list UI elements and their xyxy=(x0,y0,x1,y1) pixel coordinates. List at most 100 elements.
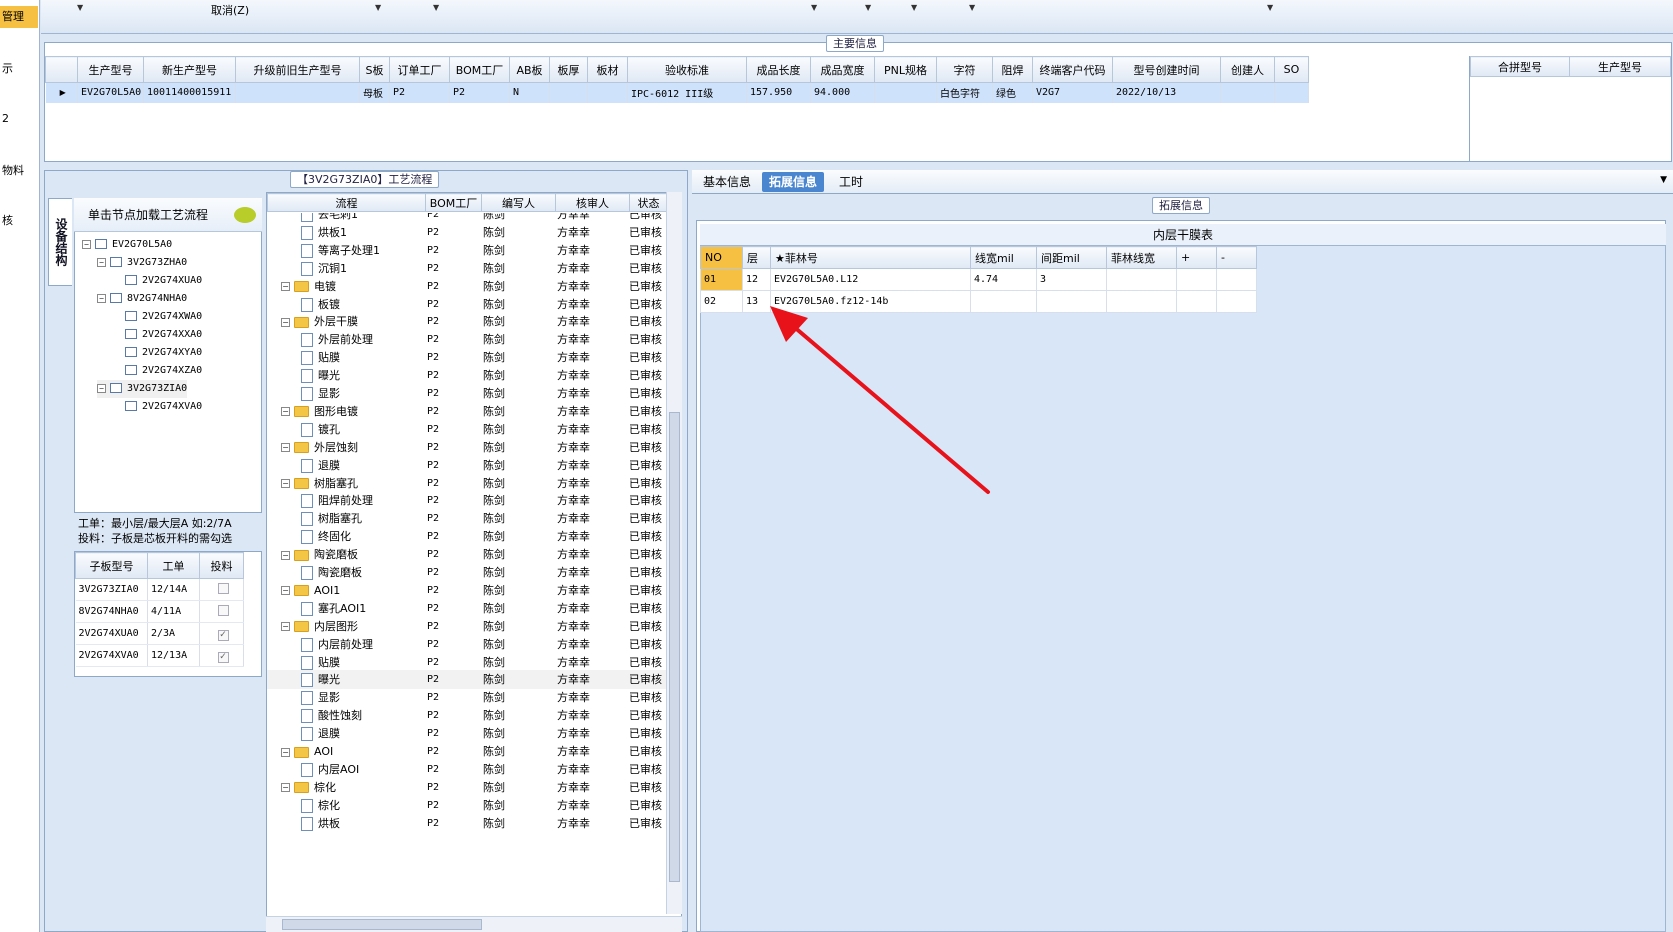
column-header[interactable]: 订单工厂 xyxy=(389,56,450,83)
collapse-icon[interactable]: − xyxy=(281,443,290,453)
column-header[interactable]: 层 xyxy=(742,246,771,269)
flow-row[interactable]: − 图形电镀 P2 陈剑 方幸幸 已审核 xyxy=(267,402,667,421)
tab-basic-info[interactable]: 基本信息 xyxy=(696,172,758,192)
dropdown-arrow-icon[interactable]: ▼ xyxy=(969,3,975,12)
collapse-icon[interactable]: − xyxy=(97,293,106,303)
tree-node[interactable]: 2V2G74XUA0 xyxy=(112,272,202,290)
feed-checkbox[interactable]: ✓ xyxy=(217,629,229,641)
collapse-icon[interactable]: − xyxy=(281,586,290,596)
flow-row[interactable]: 酸性蚀刻 P2 陈剑 方幸幸 已审核 xyxy=(267,706,667,725)
column-header[interactable]: 工单 xyxy=(147,552,200,579)
column-header[interactable]: 阻焊 xyxy=(992,56,1033,83)
flow-row[interactable]: 曝光 P2 陈剑 方幸幸 已审核 xyxy=(267,670,667,690)
flow-row[interactable]: 阻焊前处理 P2 陈剑 方幸幸 已审核 xyxy=(267,491,667,510)
cell[interactable]: 02 xyxy=(700,290,743,313)
feed-checkbox[interactable] xyxy=(217,604,229,616)
flow-row[interactable]: 外层前处理 P2 陈剑 方幸幸 已审核 xyxy=(267,330,667,349)
column-header[interactable]: 板材 xyxy=(587,56,628,83)
flow-row[interactable]: 显影 P2 陈剑 方幸幸 已审核 xyxy=(267,384,667,403)
dropdown-arrow-icon[interactable]: ▼ xyxy=(1267,3,1273,12)
collapse-icon[interactable]: − xyxy=(281,407,290,417)
cell[interactable] xyxy=(1216,268,1257,291)
column-header[interactable]: 新生产型号 xyxy=(143,56,236,83)
cell[interactable]: 2V2G74XUA0 xyxy=(75,622,148,645)
flow-row[interactable]: 显影 P2 陈剑 方幸幸 已审核 xyxy=(267,688,667,707)
column-header[interactable]: 投料 xyxy=(199,552,244,579)
column-header[interactable]: 终端客户代码 xyxy=(1032,56,1113,83)
flow-row[interactable]: − 棕化 P2 陈剑 方幸幸 已审核 xyxy=(267,778,667,797)
flow-row[interactable]: 烘板1 P2 陈剑 方幸幸 已审核 xyxy=(267,223,667,242)
table-row[interactable]: 01 12 EV2G70L5A0.L12 4.74 3 xyxy=(700,268,1257,291)
flow-row[interactable]: 棕化 P2 陈剑 方幸幸 已审核 xyxy=(267,796,667,815)
cell[interactable]: 3V2G73ZIA0 xyxy=(75,578,148,601)
column-header[interactable]: 流程 xyxy=(267,193,426,212)
flow-row[interactable]: 贴膜 P2 陈剑 方幸幸 已审核 xyxy=(267,653,667,672)
dropdown-arrow-icon[interactable]: ▼ xyxy=(1660,175,1667,185)
cell[interactable] xyxy=(1220,82,1275,103)
cell[interactable] xyxy=(1176,290,1217,313)
cell[interactable] xyxy=(235,82,360,103)
column-header[interactable]: SO xyxy=(1274,56,1309,83)
column-header[interactable]: BOM工厂 xyxy=(425,193,482,212)
cell[interactable] xyxy=(1106,268,1177,291)
dropdown-arrow-icon[interactable]: ▼ xyxy=(433,3,439,12)
column-header[interactable]: 成品宽度 xyxy=(810,56,875,83)
column-header[interactable]: S板 xyxy=(359,56,390,83)
flow-row[interactable]: − AOI1 P2 陈剑 方幸幸 已审核 xyxy=(267,581,667,600)
column-header[interactable]: 升级前旧生产型号 xyxy=(235,56,360,83)
flow-row[interactable]: − 内层图形 P2 陈剑 方幸幸 已审核 xyxy=(267,617,667,636)
cell[interactable]: 母板 xyxy=(359,82,390,103)
column-header[interactable]: 编写人 xyxy=(481,193,556,212)
flow-row[interactable]: − 电镀 P2 陈剑 方幸幸 已审核 xyxy=(267,277,667,296)
flow-row[interactable]: 镀孔 P2 陈剑 方幸幸 已审核 xyxy=(267,420,667,439)
cell[interactable]: 12/14A xyxy=(147,578,200,601)
column-header[interactable]: 字符 xyxy=(936,56,993,83)
cell[interactable] xyxy=(587,82,628,103)
dropdown-arrow-icon[interactable]: ▼ xyxy=(77,3,83,12)
vertical-scrollbar[interactable] xyxy=(666,192,682,914)
flow-row[interactable]: 曝光 P2 陈剑 方幸幸 已审核 xyxy=(267,366,667,385)
table-row[interactable]: 2V2G74XVA0 12/13A ✓ xyxy=(75,644,244,667)
tree-node[interactable]: 2V2G74XYA0 xyxy=(112,344,202,362)
nav-item[interactable]: 示 xyxy=(0,58,38,80)
cell[interactable] xyxy=(1176,268,1217,291)
tree-node[interactable]: 2V2G74XVA0 xyxy=(112,398,202,416)
column-header[interactable]: PNL规格 xyxy=(874,56,937,83)
column-header[interactable]: + xyxy=(1176,246,1217,269)
cell[interactable]: 4.74 xyxy=(970,268,1037,291)
dropdown-arrow-icon[interactable]: ▼ xyxy=(911,3,917,12)
collapse-icon[interactable]: − xyxy=(281,622,290,632)
flow-row[interactable]: 等离子处理1 P2 陈剑 方幸幸 已审核 xyxy=(267,241,667,260)
cell[interactable]: 2/3A xyxy=(147,622,200,645)
horizontal-scrollbar[interactable] xyxy=(266,916,682,932)
collapse-icon[interactable]: − xyxy=(97,257,106,267)
collapse-icon[interactable]: − xyxy=(281,282,290,292)
column-header[interactable]: 创建人 xyxy=(1220,56,1275,83)
feed-checkbox[interactable]: ✓ xyxy=(217,651,229,663)
cell[interactable]: 白色字符 xyxy=(936,82,993,103)
cell[interactable]: 8V2G74NHA0 xyxy=(75,600,148,623)
flow-row[interactable]: − 陶瓷磨板 P2 陈剑 方幸幸 已审核 xyxy=(267,545,667,564)
column-header[interactable]: ★菲林号 xyxy=(770,246,971,269)
cell[interactable]: 3 xyxy=(1036,268,1107,291)
dropdown-arrow-icon[interactable]: ▼ xyxy=(865,3,871,12)
scroll-thumb[interactable] xyxy=(282,919,482,930)
table-row[interactable]: 2V2G74XUA0 2/3A ✓ xyxy=(75,622,244,645)
collapse-icon[interactable]: − xyxy=(82,239,91,249)
flow-row[interactable]: − 树脂塞孔 P2 陈剑 方幸幸 已审核 xyxy=(267,474,667,493)
cell[interactable]: 01 xyxy=(700,268,743,291)
column-header[interactable]: 间距mil xyxy=(1036,246,1107,269)
cell[interactable] xyxy=(549,82,588,103)
cell[interactable]: 12 xyxy=(742,268,771,291)
cell[interactable] xyxy=(1036,290,1107,313)
flow-row[interactable]: 树脂塞孔 P2 陈剑 方幸幸 已审核 xyxy=(267,509,667,528)
flow-row[interactable]: 内层前处理 P2 陈剑 方幸幸 已审核 xyxy=(267,635,667,654)
cell[interactable]: P2 xyxy=(389,82,450,103)
column-header[interactable]: 验收标准 xyxy=(627,56,747,83)
cell[interactable]: IPC-6012 III级 xyxy=(627,82,747,103)
collapse-icon[interactable]: − xyxy=(281,317,290,327)
collapse-icon[interactable]: − xyxy=(281,479,290,488)
tab-extended-info[interactable]: 拓展信息 xyxy=(762,172,825,192)
tree-node[interactable]: 2V2G74XWA0 xyxy=(112,308,202,326)
flow-row[interactable]: 终固化 P2 陈剑 方幸幸 已审核 xyxy=(267,527,667,546)
